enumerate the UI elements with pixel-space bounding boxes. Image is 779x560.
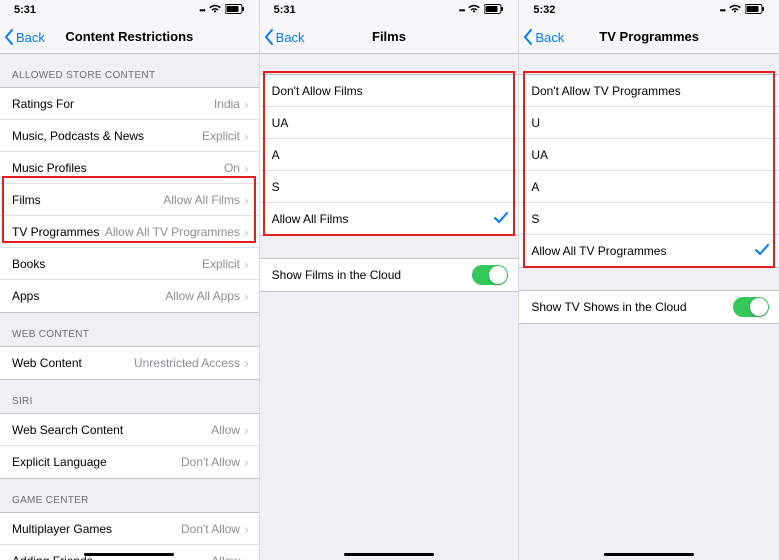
row-apps[interactable]: AppsAllow All Apps› [0, 280, 259, 312]
row-ratings-for[interactable]: Ratings ForIndia› [0, 88, 259, 120]
section-header: SIRI [0, 380, 259, 413]
list-web-content: Web ContentUnrestricted Access› [0, 346, 259, 380]
chevron-right-icon: › [244, 193, 249, 207]
signal-icon [720, 4, 725, 16]
section-header: GAME CENTER [0, 479, 259, 512]
wifi-icon [209, 4, 221, 16]
back-label: Back [16, 30, 45, 45]
option-ua[interactable]: UA [519, 139, 779, 171]
option-allow-all-tv[interactable]: Allow All TV Programmes [519, 235, 779, 267]
screen-tv-programmes: 5:32 Back TV Programmes Don't Allow TV P… [519, 0, 779, 560]
chevron-right-icon: › [244, 356, 249, 370]
list-tv-cloud: Show TV Shows in the Cloud [519, 290, 779, 324]
checkmark-icon [494, 212, 508, 227]
wifi-icon [729, 4, 741, 16]
list-siri: Web Search ContentAllow› Explicit Langua… [0, 413, 259, 479]
option-dont-allow-films[interactable]: Don't Allow Films [260, 75, 519, 107]
status-bar: 5:31 [0, 0, 259, 20]
list-allowed-store: Ratings ForIndia› Music, Podcasts & News… [0, 87, 259, 313]
wifi-icon [468, 4, 480, 16]
row-films[interactable]: FilmsAllow All Films› [0, 184, 259, 216]
scroll-area[interactable]: ALLOWED STORE CONTENT Ratings ForIndia› … [0, 54, 259, 560]
chevron-right-icon: › [244, 97, 249, 111]
stage: 5:31 Back Content Restrictions ALLOWED S… [0, 0, 779, 560]
back-button[interactable]: Back [264, 20, 305, 54]
chevron-right-icon: › [244, 522, 249, 536]
nav-bar: Back Films [260, 20, 519, 54]
list-tv-options: Don't Allow TV Programmes U UA A S Allow… [519, 74, 779, 268]
back-button[interactable]: Back [4, 20, 45, 54]
back-label: Back [535, 30, 564, 45]
signal-icon [459, 4, 464, 16]
row-music-profiles[interactable]: Music ProfilesOn› [0, 152, 259, 184]
screen-films: 5:31 Back Films Don't Allow Films UA A S… [260, 0, 520, 560]
chevron-right-icon: › [244, 225, 249, 239]
screen-content-restrictions: 5:31 Back Content Restrictions ALLOWED S… [0, 0, 260, 560]
chevron-right-icon: › [244, 554, 249, 560]
row-tv-programmes[interactable]: TV ProgrammesAllow All TV Programmes› [0, 216, 259, 248]
time-label: 5:32 [533, 4, 555, 16]
signal-icon [199, 4, 204, 16]
page-title: Films [372, 29, 406, 44]
row-web-search[interactable]: Web Search ContentAllow› [0, 414, 259, 446]
status-bar: 5:32 [519, 0, 779, 20]
time-label: 5:31 [14, 4, 36, 16]
chevron-right-icon: › [244, 257, 249, 271]
option-a[interactable]: A [519, 171, 779, 203]
battery-icon [225, 4, 245, 17]
option-allow-all-films[interactable]: Allow All Films [260, 203, 519, 235]
option-ua[interactable]: UA [260, 107, 519, 139]
option-a[interactable]: A [260, 139, 519, 171]
time-label: 5:31 [274, 4, 296, 16]
toggle-show-tv-cloud[interactable] [733, 297, 769, 317]
nav-bar: Back TV Programmes [519, 20, 779, 54]
checkmark-icon [755, 244, 769, 259]
chevron-right-icon: › [244, 423, 249, 437]
row-show-films-cloud: Show Films in the Cloud [260, 259, 519, 291]
section-header: WEB CONTENT [0, 313, 259, 346]
scroll-area[interactable]: Don't Allow TV Programmes U UA A S Allow… [519, 54, 779, 560]
chevron-right-icon: › [244, 161, 249, 175]
row-multiplayer[interactable]: Multiplayer GamesDon't Allow› [0, 513, 259, 545]
row-explicit-language[interactable]: Explicit LanguageDon't Allow› [0, 446, 259, 478]
battery-icon [745, 4, 765, 17]
option-dont-allow-tv[interactable]: Don't Allow TV Programmes [519, 75, 779, 107]
home-indicator [604, 553, 694, 556]
back-label: Back [276, 30, 305, 45]
option-s[interactable]: S [260, 171, 519, 203]
scroll-area[interactable]: Don't Allow Films UA A S Allow All Films… [260, 54, 519, 560]
toggle-show-films-cloud[interactable] [472, 265, 508, 285]
row-show-tv-cloud: Show TV Shows in the Cloud [519, 291, 779, 323]
section-header: ALLOWED STORE CONTENT [0, 54, 259, 87]
battery-icon [484, 4, 504, 17]
chevron-right-icon: › [244, 289, 249, 303]
row-music-podcasts[interactable]: Music, Podcasts & NewsExplicit› [0, 120, 259, 152]
home-indicator [84, 553, 174, 556]
row-books[interactable]: BooksExplicit› [0, 248, 259, 280]
option-s[interactable]: S [519, 203, 779, 235]
chevron-right-icon: › [244, 455, 249, 469]
list-film-options: Don't Allow Films UA A S Allow All Films [260, 74, 519, 236]
page-title: TV Programmes [599, 29, 699, 44]
list-cloud: Show Films in the Cloud [260, 258, 519, 292]
page-title: Content Restrictions [65, 29, 193, 44]
back-button[interactable]: Back [523, 20, 564, 54]
chevron-right-icon: › [244, 129, 249, 143]
row-web-content[interactable]: Web ContentUnrestricted Access› [0, 347, 259, 379]
option-u[interactable]: U [519, 107, 779, 139]
nav-bar: Back Content Restrictions [0, 20, 259, 54]
status-bar: 5:31 [260, 0, 519, 20]
home-indicator [344, 553, 434, 556]
